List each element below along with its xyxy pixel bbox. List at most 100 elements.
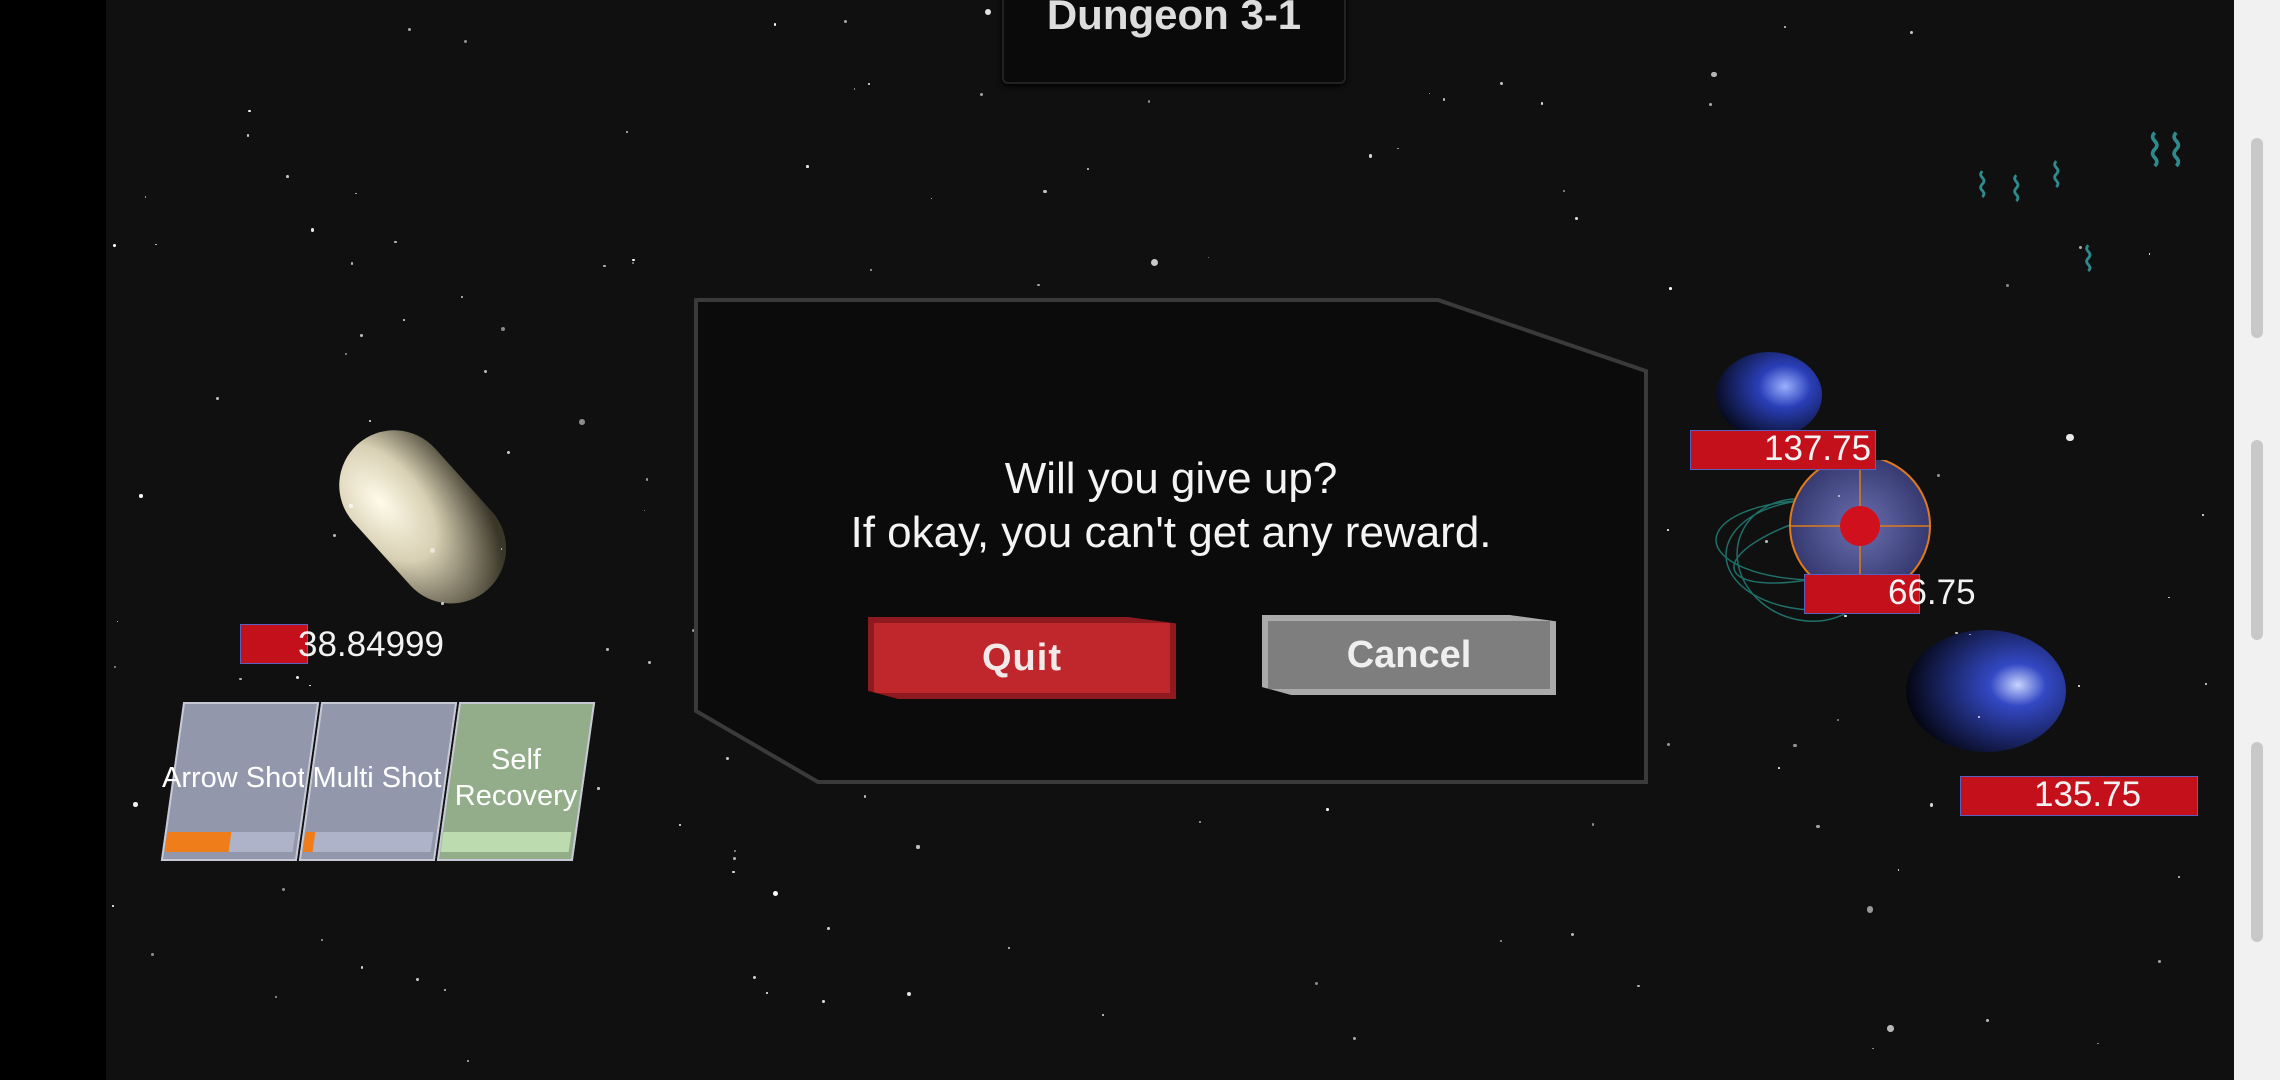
star [467, 1059, 470, 1062]
star [320, 939, 323, 942]
star [215, 396, 219, 400]
star [1207, 256, 1210, 259]
skill-label: Multi Shot [312, 762, 442, 794]
star [1540, 102, 1544, 106]
star [1353, 1037, 1357, 1041]
scroll-thumb[interactable] [2251, 440, 2263, 640]
star [1314, 982, 1318, 986]
star [274, 995, 278, 998]
enemy-targeted[interactable] [1706, 460, 1936, 650]
star [853, 87, 856, 90]
star [1977, 715, 1980, 718]
star [773, 890, 779, 897]
star [773, 23, 777, 26]
star [155, 243, 157, 246]
star [1397, 147, 1399, 150]
scroll-thumb[interactable] [2251, 742, 2263, 942]
star [239, 677, 243, 681]
star [1326, 808, 1329, 812]
star [1709, 102, 1713, 107]
star [1871, 1047, 1874, 1050]
star [286, 175, 289, 178]
star [1562, 190, 1565, 192]
star [443, 989, 446, 992]
star [806, 165, 810, 168]
star [309, 684, 311, 687]
star [2178, 875, 2181, 878]
star [1499, 82, 1503, 86]
star [867, 82, 870, 85]
star [1937, 474, 1940, 477]
star [1910, 31, 1914, 35]
scroll-thumb[interactable] [2251, 138, 2263, 338]
enemy-marker-icon: ⌇⌇ [2144, 126, 2187, 177]
star [1930, 803, 1934, 807]
star [766, 991, 769, 994]
enemy-hp-value: 135.75 [2034, 775, 2142, 814]
star [1816, 825, 1820, 829]
star [1955, 631, 1958, 634]
enemy-hp-value: 66.75 [1888, 573, 1976, 612]
star [1575, 216, 1579, 220]
star [863, 795, 867, 799]
quit-button[interactable]: Quit [868, 617, 1176, 699]
star [733, 849, 736, 852]
enemy-sphere-1[interactable] [1714, 350, 1824, 440]
star [501, 326, 506, 332]
star [1570, 932, 1574, 936]
star [826, 926, 830, 930]
star [1428, 92, 1431, 95]
star [1198, 820, 1202, 824]
star [360, 333, 363, 337]
star [408, 28, 411, 32]
star [310, 228, 315, 232]
star [1442, 98, 1445, 101]
star [2078, 685, 2081, 688]
enemy-sphere-3[interactable] [1904, 628, 2068, 754]
star [643, 509, 646, 512]
star [626, 131, 628, 133]
skill-cooldown-fill [164, 832, 232, 852]
skill-cooldown-track [164, 832, 296, 852]
star [732, 870, 735, 874]
star [248, 109, 251, 113]
skill-cooldown-track [302, 832, 434, 852]
star [295, 675, 300, 679]
star [1764, 539, 1768, 543]
star [647, 661, 651, 665]
star [645, 478, 649, 482]
star [1151, 258, 1159, 266]
player-capsule [339, 430, 507, 604]
star [1837, 719, 1840, 722]
star [2158, 960, 2162, 964]
star [579, 419, 585, 425]
star [869, 269, 872, 272]
star [631, 258, 635, 262]
star [463, 40, 467, 44]
star [144, 196, 146, 198]
star [1793, 744, 1797, 748]
star [2066, 433, 2074, 441]
star [822, 1000, 826, 1004]
star [394, 240, 398, 244]
star [1043, 189, 1047, 194]
dialog-message: Will you give up? If okay, you can't get… [694, 452, 1648, 560]
star [2201, 513, 2204, 516]
star [1102, 1013, 1105, 1016]
star [916, 845, 920, 849]
star [2148, 252, 2151, 255]
skill-cooldown-fill [302, 832, 316, 852]
star [1037, 283, 1040, 287]
star [403, 319, 406, 322]
star [1667, 743, 1671, 747]
cancel-button[interactable]: Cancel [1262, 615, 1556, 695]
star [597, 787, 600, 790]
star [1867, 906, 1874, 913]
star [133, 802, 138, 807]
skill-label: Self Recovery [454, 744, 578, 812]
star [151, 952, 155, 956]
star [1711, 71, 1717, 78]
dialog-warning: If okay, you can't get any reward. [850, 508, 1492, 557]
player-hp-value: 38.84999 [298, 625, 444, 664]
browser-scrollbar[interactable] [2234, 0, 2280, 1080]
